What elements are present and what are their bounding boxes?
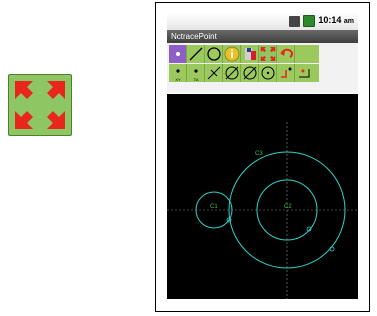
status-clock: 10:14 am — [318, 15, 354, 25]
label-c2: C2 — [284, 204, 292, 210]
segment-tool-button[interactable] — [205, 64, 223, 82]
info-tool-button[interactable] — [223, 45, 241, 63]
signal-icon — [289, 15, 301, 27]
fullscreen-tool-button[interactable] — [259, 45, 277, 63]
ta-tool-button[interactable]: TA — [187, 64, 205, 82]
locus-tool-button[interactable] — [295, 64, 313, 82]
line-tool-button[interactable] — [187, 45, 205, 63]
point-tool-button[interactable] — [169, 45, 187, 63]
battery-icon — [303, 15, 316, 27]
label-c3: C3 — [255, 151, 263, 157]
fullscreen-icon — [8, 74, 72, 136]
app-title: NctracePoint — [171, 32, 217, 41]
transform-tool-button[interactable] — [277, 64, 295, 82]
xy-tool-button[interactable]: XY — [169, 64, 187, 82]
toolbar-row-2: XY TA — [169, 64, 319, 82]
circle-3p-tool-button[interactable] — [223, 64, 241, 82]
label-c1: C1 — [210, 204, 218, 210]
color-tool-button[interactable] — [241, 45, 259, 63]
app-title-bar: NctracePoint — [167, 30, 358, 43]
center-tool-button[interactable] — [259, 64, 277, 82]
arc-tool-button[interactable] — [241, 64, 259, 82]
drawing-canvas[interactable]: C3 C1 C2 — [167, 94, 358, 299]
undo-tool-button[interactable] — [277, 45, 295, 63]
toolbar: XY TA — [167, 43, 358, 93]
small-circle — [195, 191, 233, 229]
toolbar-row-1 — [169, 45, 319, 63]
circle-tool-button[interactable] — [205, 45, 223, 63]
status-bar: 10:14 am — [167, 12, 358, 30]
